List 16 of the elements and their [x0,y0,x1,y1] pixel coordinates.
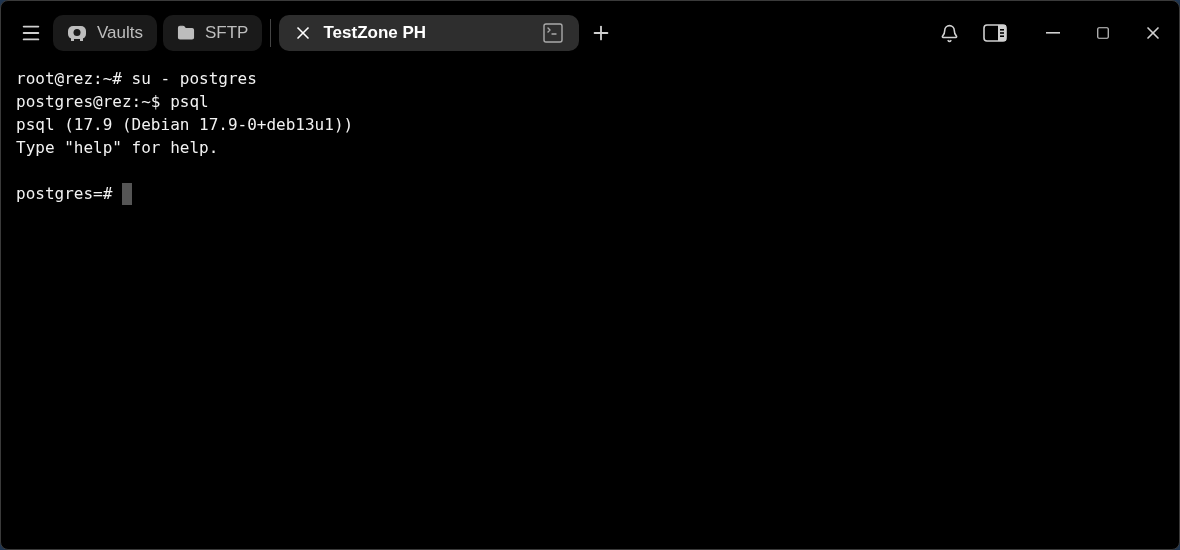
minimize-icon [1046,32,1060,34]
maximize-icon [1096,26,1110,40]
terminal-line: root@rez:~# su - postgres [16,68,258,90]
terminal-line: postgres@rez:~$ psql [16,91,210,113]
shell-prompt: postgres=# [16,183,113,205]
terminal-line: Type "help" for help. [16,137,220,159]
terminal-line: psql (17.9 (Debian 17.9-0+deb13u1)) [16,114,355,136]
tab[interactable]: Vaults [53,15,157,51]
bell-icon [939,23,959,43]
folder-icon [177,24,195,42]
vault-icon [67,24,87,42]
text-cursor [122,182,133,205]
terminal-icon[interactable] [541,21,566,45]
tab[interactable]: TestZone PH [279,15,580,51]
tab[interactable]: SFTP [163,15,263,51]
sidebar-icon [983,24,1007,42]
